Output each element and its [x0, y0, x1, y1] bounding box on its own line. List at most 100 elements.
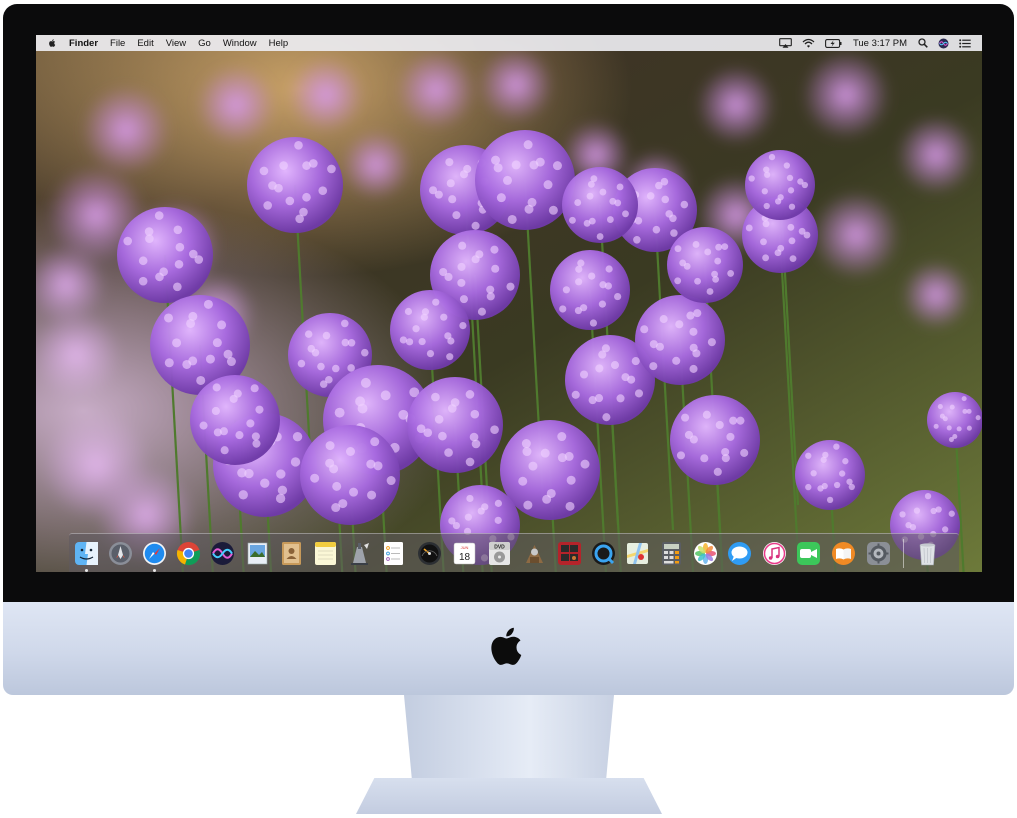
reminders-icon[interactable]: [381, 541, 406, 566]
bloom-floret: [347, 338, 356, 347]
dvd-player-icon[interactable]: DVD: [487, 541, 512, 566]
menu-app-name[interactable]: Finder: [63, 38, 104, 49]
wifi-icon[interactable]: [802, 38, 815, 48]
bloom-floret: [787, 223, 795, 231]
messages-icon[interactable]: [727, 541, 752, 566]
launchpad-icon[interactable]: [108, 541, 133, 566]
bloom-floret: [211, 406, 220, 416]
bloom-floret: [250, 384, 259, 393]
photo-booth-icon[interactable]: [557, 541, 582, 566]
bloom-floret: [518, 476, 528, 486]
bloom-floret: [661, 195, 670, 204]
itunes-icon[interactable]: [762, 541, 787, 566]
chrome-icon[interactable]: [176, 541, 201, 566]
automator-icon[interactable]: [522, 541, 547, 566]
search-icon[interactable]: [918, 38, 928, 48]
system-preferences-icon[interactable]: [866, 541, 891, 566]
bloom-floret: [966, 425, 972, 431]
bloom-floret: [789, 255, 797, 263]
bloom-floret: [672, 356, 681, 365]
bloom-floret: [564, 451, 574, 461]
maps-icon[interactable]: [625, 541, 650, 566]
menu-window[interactable]: Window: [217, 38, 263, 49]
finder-icon[interactable]: [74, 541, 99, 566]
allium-bloom: [550, 250, 630, 330]
bloom-floret: [631, 357, 640, 366]
bloom-floret: [457, 278, 466, 287]
bloom-floret: [649, 340, 658, 349]
bloom-floret: [948, 510, 955, 517]
desktop-wallpaper[interactable]: [36, 35, 982, 572]
bloom-floret: [810, 470, 817, 477]
script-editor-icon[interactable]: [347, 541, 372, 566]
bloom-floret: [694, 277, 701, 285]
bloom-floret: [450, 398, 460, 407]
bloom-floret: [493, 163, 503, 173]
bloom-floret: [154, 211, 164, 220]
quicktime-icon[interactable]: [591, 541, 616, 566]
bloom-floret: [939, 413, 945, 419]
photos-icon[interactable]: [693, 541, 718, 566]
safari-icon[interactable]: [142, 541, 167, 566]
bloom-floret: [246, 419, 255, 428]
bloom-floret: [805, 483, 812, 491]
siri-icon[interactable]: [938, 38, 949, 49]
notes-icon[interactable]: [313, 541, 338, 566]
trash-icon[interactable]: [915, 541, 940, 566]
allium-bloom: [562, 167, 638, 243]
dashboard-icon[interactable]: [417, 541, 442, 566]
bloom-floret: [294, 140, 303, 150]
bloom-floret: [535, 157, 545, 167]
contacts-icon[interactable]: [279, 541, 304, 566]
running-indicator: [153, 569, 156, 572]
bloom-floret: [660, 177, 669, 186]
bloom-floret: [760, 238, 767, 246]
bloom-floret: [163, 313, 173, 323]
bloom-floret: [589, 319, 598, 327]
bloom-floret: [745, 224, 753, 232]
running-indicator: [85, 569, 88, 572]
battery-charging-icon[interactable]: [825, 38, 842, 48]
apple-menu-icon[interactable]: [48, 38, 57, 48]
bloom-floret: [465, 390, 475, 399]
bloom-floret: [173, 225, 183, 235]
menu-edit[interactable]: Edit: [131, 38, 159, 49]
bloom-floret: [182, 359, 192, 369]
calendar-icon[interactable]: JUN 18: [452, 541, 477, 566]
bloom-floret: [318, 186, 328, 195]
bloom-floret: [331, 364, 340, 373]
preview-icon[interactable]: [245, 541, 270, 566]
menu-go[interactable]: Go: [192, 38, 217, 49]
menu-file[interactable]: File: [104, 38, 131, 49]
imac-stand-base: [356, 778, 662, 814]
menu-view[interactable]: View: [160, 38, 192, 49]
bloom-floret: [297, 359, 306, 368]
bloom-floret: [446, 179, 455, 188]
facetime-icon[interactable]: [796, 541, 821, 566]
bloom-floret: [689, 364, 698, 373]
ibooks-icon[interactable]: [831, 541, 856, 566]
bloom-floret: [768, 153, 776, 161]
airplay-icon[interactable]: [779, 38, 792, 48]
apple-logo-icon: [491, 627, 522, 665]
allium-bloom: [190, 375, 280, 465]
calculator-icon[interactable]: [659, 541, 684, 566]
bloom-floret: [598, 300, 607, 308]
notification-center-icon[interactable]: [959, 38, 971, 48]
bloom-floret: [494, 499, 502, 507]
bloom-floret: [740, 448, 749, 457]
bloom-floret: [924, 492, 932, 500]
bloom-floret: [674, 245, 682, 253]
siri-dock-icon[interactable]: [210, 541, 235, 566]
bloom-floret: [463, 164, 472, 174]
bloom-floret: [302, 192, 311, 202]
bloom-floret: [586, 192, 594, 200]
bloom-floret: [310, 473, 320, 483]
bloom-floret: [787, 187, 795, 194]
menu-help[interactable]: Help: [263, 38, 295, 49]
bloom-floret: [276, 469, 286, 479]
bloom-floret: [675, 320, 684, 329]
bloom-floret: [238, 490, 248, 500]
menu-clock[interactable]: Tue 3:17 PM: [847, 38, 913, 49]
bloom-floret: [309, 159, 318, 168]
